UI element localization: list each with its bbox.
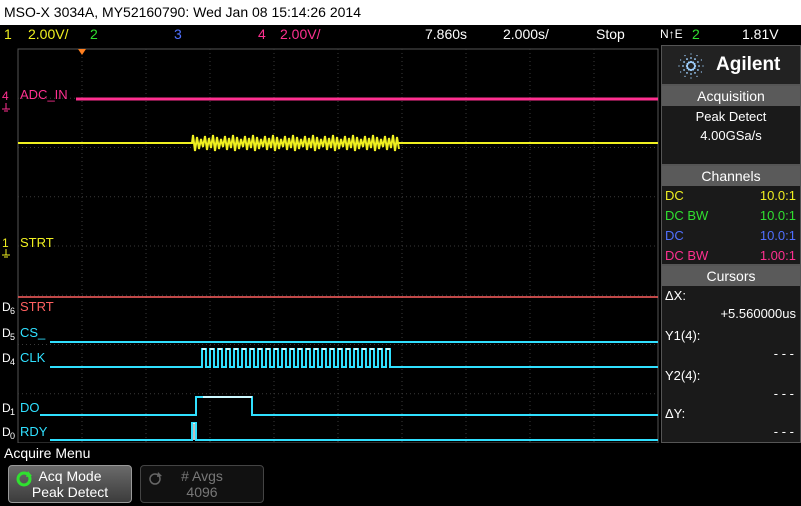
trigger-mode[interactable]: N↑E	[660, 25, 683, 43]
digital-channel-label: STRT	[20, 299, 54, 314]
sample-rate: 4.00GSa/s	[700, 128, 762, 143]
digital-channel-label: CS_	[20, 325, 46, 340]
channel-coupling: DC BW	[665, 248, 709, 263]
digital-channel-label: DO	[20, 400, 40, 415]
waveform-display[interactable]: 4 ADC_IN 1 STRT D 6 STRTD 5 CS_D 4 CLKD 1 DOD 0 RD…	[0, 43, 660, 443]
digital-channel-number: 4	[10, 357, 15, 367]
delta-y-label: ΔY:	[665, 406, 686, 421]
digital-channel-label: CLK	[20, 350, 46, 365]
channels-box[interactable]: Channels DC 10.0:1 DC BW 10.0:1 DC 10.0:1 DC B…	[661, 165, 801, 265]
channel-row[interactable]: DC 10.0:1	[662, 226, 800, 246]
trigger-level[interactable]: 1.81V	[742, 25, 779, 43]
trigger-channel[interactable]: 2	[692, 25, 700, 43]
ch4-marker-label: 4	[2, 89, 9, 103]
y2-label: Y2(4):	[665, 368, 701, 383]
channels-header: Channels	[662, 166, 800, 186]
cursors-box[interactable]: Cursors ΔX: +5.560000us Y1(4): - - - Y2(…	[661, 265, 801, 443]
avgs-softkey[interactable]: # Avgs 4096	[140, 465, 264, 503]
ground-icon	[2, 103, 10, 112]
agilent-spark-icon	[678, 53, 704, 79]
ch2-number[interactable]: 2	[90, 25, 98, 43]
digital-channel-number: 0	[10, 431, 15, 441]
ch1-number[interactable]: 1	[4, 25, 12, 43]
rotate-knob-icon	[149, 472, 162, 485]
delta-x-label: ΔX:	[665, 288, 686, 303]
acquisition-header: Acquisition	[662, 86, 800, 106]
horizontal-delay[interactable]: 7.860s	[425, 25, 467, 43]
menu-title: Acquire Menu	[0, 444, 801, 462]
ch3-number[interactable]: 3	[174, 25, 182, 43]
timebase-scale[interactable]: 2.000s/	[503, 25, 549, 43]
digital-channel-number: 1	[10, 407, 15, 417]
ch1-strt-label: STRT	[20, 235, 54, 250]
acquisition-mode: Peak Detect	[695, 109, 767, 124]
adc-in-label: ADC_IN	[20, 87, 68, 102]
channel-coupling: DC BW	[665, 208, 709, 223]
ch4-scale[interactable]: 2.00V/	[280, 25, 320, 43]
delta-y-value: - - -	[773, 424, 794, 439]
y2-value: - - -	[773, 386, 794, 401]
channel-row[interactable]: DC BW 1.00:1	[662, 246, 800, 266]
ch1-scale[interactable]: 2.00V/	[28, 25, 68, 43]
digital-channel-number: 5	[10, 332, 15, 342]
channel-row[interactable]: DC 10.0:1	[662, 186, 800, 206]
window-title: MSO-X 3034A, MY52160790: Wed Jan 08 15:1…	[0, 0, 801, 25]
channel-probe-ratio: 10.0:1	[759, 228, 796, 243]
ch1-ground-marker[interactable]: 1	[2, 236, 10, 258]
acq-mode-softkey[interactable]: Acq Mode Peak Detect	[8, 465, 132, 503]
side-panel: Agilent Acquisition Peak Detect 4.00GSa/…	[661, 43, 801, 443]
rotate-knob-icon	[16, 471, 32, 487]
channel-probe-ratio: 10.0:1	[759, 208, 796, 223]
softkey-bar: Acq Mode Peak Detect # Avgs 4096	[0, 462, 801, 506]
channel-coupling: DC	[665, 228, 684, 243]
channel-probe-ratio: 1.00:1	[759, 248, 796, 263]
channel-probe-ratio: 10.0:1	[759, 188, 796, 203]
channel-coupling: DC	[665, 188, 684, 203]
ch1-marker-label: 1	[2, 236, 9, 250]
y1-label: Y1(4):	[665, 328, 701, 343]
cursors-header: Cursors	[662, 266, 800, 286]
run-state[interactable]: Stop	[596, 25, 625, 43]
digital-channel-number: 6	[10, 306, 15, 316]
digital-channel-label: RDY	[20, 424, 48, 439]
brand-name: Agilent	[716, 54, 781, 75]
ch4-ground-marker[interactable]: 4	[2, 89, 10, 112]
ground-icon	[2, 249, 10, 258]
acquisition-box[interactable]: Acquisition Peak Detect 4.00GSa/s	[661, 85, 801, 165]
status-bar: 1 2.00V/ 2 3 4 2.00V/ 7.860s 2.000s/ Sto…	[0, 25, 801, 43]
brand-box: Agilent	[661, 45, 801, 85]
y1-value: - - -	[773, 346, 794, 361]
ch4-number[interactable]: 4	[258, 25, 266, 43]
delta-x-value: +5.560000us	[720, 306, 796, 321]
channel-row[interactable]: DC BW 10.0:1	[662, 206, 800, 226]
